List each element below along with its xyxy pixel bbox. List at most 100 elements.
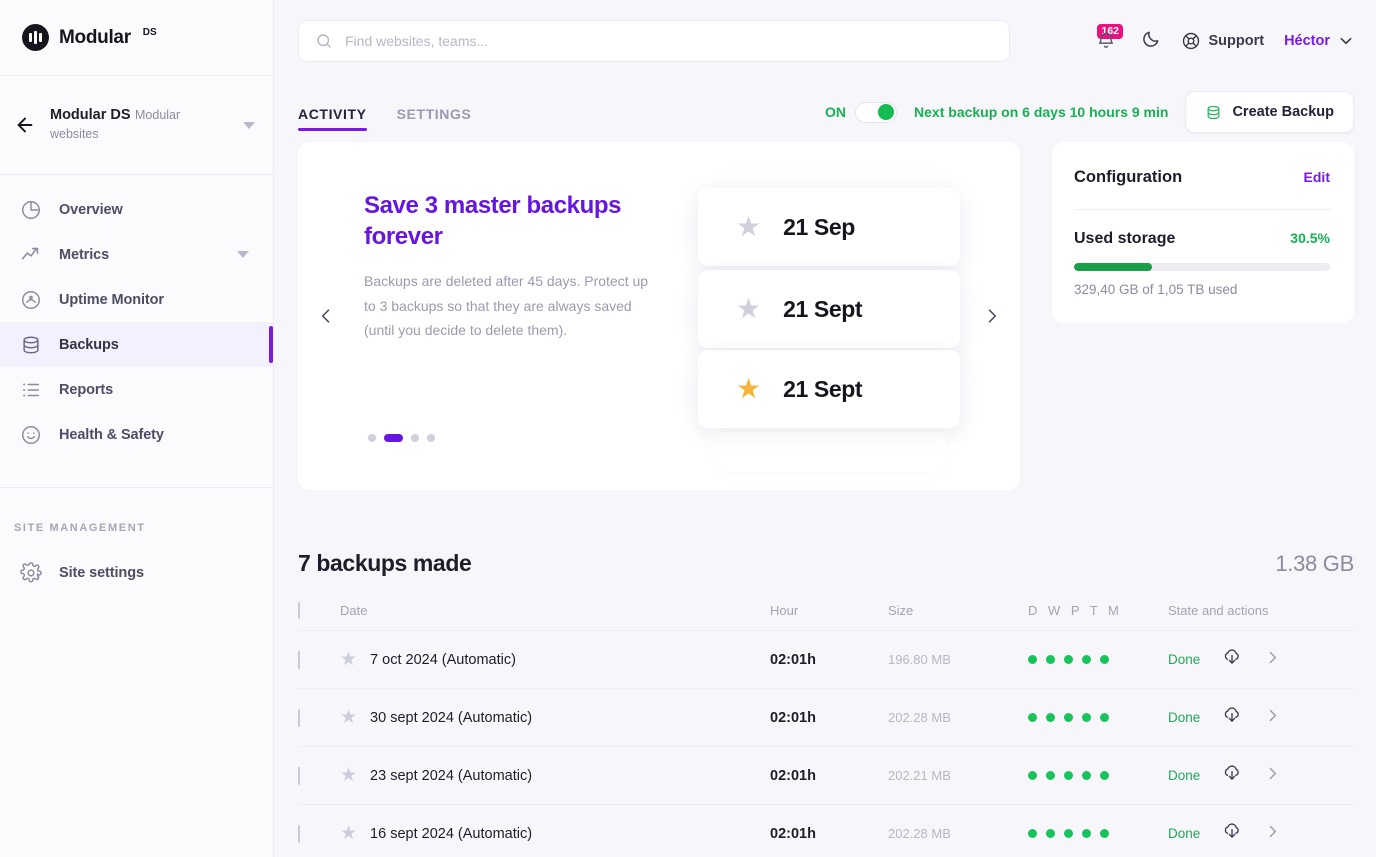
backup-state-cell: Done xyxy=(1168,631,1354,689)
storage-header: Used storage 30.5% xyxy=(1074,230,1330,248)
create-backup-label: Create Backup xyxy=(1232,104,1334,120)
configuration-edit-link[interactable]: Edit xyxy=(1304,169,1330,185)
topbar-actions: 162 Support Héctor xyxy=(1095,24,1354,56)
brand-logo[interactable]: Modular DS xyxy=(0,0,273,76)
chevron-down-icon[interactable] xyxy=(243,121,255,129)
smiley-icon xyxy=(20,424,42,446)
download-icon[interactable] xyxy=(1222,648,1242,672)
star-icon[interactable]: ★ xyxy=(340,822,357,845)
star-icon[interactable]: ★ xyxy=(340,764,357,787)
chevron-down-icon[interactable] xyxy=(237,251,249,258)
status-dot xyxy=(1100,829,1109,839)
promo-card: ★ 21 Sept xyxy=(698,350,960,428)
table-row[interactable]: ★ 23 sept 2024 (Automatic) 02:01h 202.21 MB… xyxy=(298,746,1354,805)
backup-toggle-group: ON xyxy=(825,101,898,123)
promo-title: Save 3 master backups forever xyxy=(364,192,622,251)
sidebar-item-reports[interactable]: Reports xyxy=(0,367,273,412)
list-icon xyxy=(20,379,42,401)
configuration-title: Configuration xyxy=(1074,168,1183,186)
select-all-checkbox[interactable] xyxy=(298,602,300,619)
backup-date: 7 oct 2024 (Automatic) xyxy=(370,651,516,668)
app-root: Modular DS Modular DS Modular websites O… xyxy=(0,0,1376,857)
tab-settings[interactable]: SETTINGS xyxy=(397,106,472,131)
backup-hour: 02:01h xyxy=(770,825,816,842)
tab-activity[interactable]: ACTIVITY xyxy=(298,106,367,131)
moon-icon xyxy=(1143,31,1159,47)
sidebar-item-metrics[interactable]: Metrics xyxy=(0,232,273,277)
row-expand-chevron-icon[interactable] xyxy=(1264,707,1281,728)
pie-chart-icon xyxy=(20,199,42,221)
sidebar-item-label: Metrics xyxy=(59,246,110,263)
status-dot xyxy=(1046,655,1055,664)
status-dot xyxy=(1028,713,1037,722)
sidebar-item-label: Backups xyxy=(59,336,119,353)
sidebar: Modular DS Modular DS Modular websites O… xyxy=(0,0,274,857)
carousel-dot-active[interactable] xyxy=(384,434,403,442)
dark-mode-toggle[interactable] xyxy=(1141,29,1161,54)
status-dot xyxy=(1064,771,1073,780)
brand-suffix: DS xyxy=(142,27,157,38)
backup-toggle-switch[interactable] xyxy=(855,101,898,123)
bell-icon xyxy=(1096,31,1116,56)
tabs-row: ACTIVITY SETTINGS ON Next backup on 6 da… xyxy=(274,82,1376,142)
sidebar-item-label: Overview xyxy=(59,201,123,218)
sidebar-item-label: Site settings xyxy=(59,564,144,581)
promo-text: Save 3 master backups forever Backups ar… xyxy=(298,142,653,490)
carousel-dot[interactable] xyxy=(411,434,419,442)
workspace-selector[interactable]: Modular DS Modular websites xyxy=(0,76,273,175)
row-expand-chevron-icon[interactable] xyxy=(1264,823,1281,844)
sidebar-item-backups[interactable]: Backups xyxy=(0,322,273,367)
star-icon: ★ xyxy=(736,293,762,324)
user-name: Héctor xyxy=(1284,33,1330,49)
user-menu[interactable]: Héctor xyxy=(1284,33,1354,49)
backup-hour: 02:01h xyxy=(770,709,816,726)
download-icon[interactable] xyxy=(1222,706,1242,730)
download-icon[interactable] xyxy=(1222,764,1242,788)
carousel-dot[interactable] xyxy=(368,434,376,442)
support-button[interactable]: Support xyxy=(1181,31,1264,51)
search-bar[interactable] xyxy=(298,20,1010,62)
storage-detail: 329,40 GB of 1,05 TB used xyxy=(1074,282,1238,297)
row-checkbox-cell xyxy=(298,805,340,857)
carousel-dot[interactable] xyxy=(427,434,435,442)
backup-state-cell: Done xyxy=(1168,747,1354,805)
backup-date: 23 sept 2024 (Automatic) xyxy=(370,767,533,784)
status-dot xyxy=(1046,713,1055,722)
storage-percent: 30.5% xyxy=(1290,230,1330,246)
status-badge: Done xyxy=(1168,826,1201,842)
sidebar-item-health-and-safety[interactable]: Health & Safety xyxy=(0,412,273,457)
sidebar-item-label: Uptime Monitor xyxy=(59,291,164,308)
row-checkbox-cell xyxy=(298,631,340,689)
column-header-date: Date xyxy=(340,603,368,618)
star-icon[interactable]: ★ xyxy=(340,648,357,671)
row-checkbox[interactable] xyxy=(298,824,300,843)
create-backup-button[interactable]: Create Backup xyxy=(1185,91,1354,133)
row-expand-chevron-icon[interactable] xyxy=(1264,765,1281,786)
backup-state-cell: Done xyxy=(1168,689,1354,747)
row-date-cell: ★ 16 sept 2024 (Automatic) xyxy=(340,805,770,857)
table-row[interactable]: ★ 30 sept 2024 (Automatic) 02:01h 202.28 MB… xyxy=(298,688,1354,747)
carousel-prev-button[interactable] xyxy=(312,302,340,330)
row-expand-chevron-icon[interactable] xyxy=(1264,649,1281,670)
sidebar-item-overview[interactable]: Overview xyxy=(0,187,273,232)
search-input[interactable] xyxy=(345,33,993,49)
sidebar-item-uptime-monitor[interactable]: Uptime Monitor xyxy=(0,277,273,322)
table-row[interactable]: ★ 7 oct 2024 (Automatic) 02:01h 196.80 MB Do… xyxy=(298,630,1354,689)
row-checkbox-cell xyxy=(298,747,340,805)
main-area: 162 Support Héctor xyxy=(274,0,1376,857)
back-arrow-icon[interactable] xyxy=(14,114,36,136)
table-row[interactable]: ★ 16 sept 2024 (Automatic) 02:01h 202.28 MB… xyxy=(298,804,1354,857)
row-checkbox[interactable] xyxy=(298,766,300,785)
sidebar-section-label: SITE MANAGEMENT xyxy=(14,522,146,534)
star-icon-filled: ★ xyxy=(736,373,762,404)
star-icon[interactable]: ★ xyxy=(340,706,357,729)
workspace-text: Modular DS Modular websites xyxy=(50,106,229,144)
sidebar-item-site-settings[interactable]: Site settings xyxy=(0,550,273,595)
row-checkbox[interactable] xyxy=(298,650,300,669)
download-icon[interactable] xyxy=(1222,822,1242,846)
chevron-left-icon xyxy=(321,309,330,323)
row-checkbox[interactable] xyxy=(298,708,300,727)
status-badge: Done xyxy=(1168,652,1201,667)
notifications-button[interactable]: 162 xyxy=(1095,24,1124,56)
carousel-next-button[interactable] xyxy=(978,302,1006,330)
